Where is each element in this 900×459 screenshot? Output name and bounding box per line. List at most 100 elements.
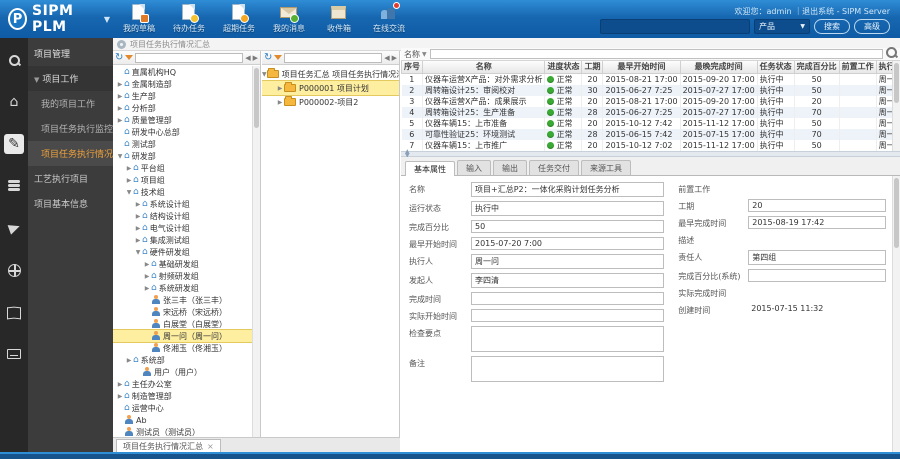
caret-right-icon[interactable]: ▶ [125, 357, 133, 364]
globe-icon[interactable] [4, 260, 24, 280]
tree-nav-prev-icon[interactable]: ◀ [245, 54, 250, 62]
form-field-value[interactable]: 李四清 [471, 273, 664, 288]
logo-chevron-down-icon[interactable]: ▼ [104, 15, 110, 24]
search-button[interactable]: 搜索 [814, 19, 850, 34]
caret-right-icon[interactable]: ▶ [134, 237, 142, 244]
tree-node[interactable]: 张三丰（张三丰） [113, 294, 252, 306]
toolbar-button-doc-warn[interactable]: 待办任务 [168, 4, 210, 34]
form-field-value[interactable] [471, 292, 664, 305]
sidebar-item[interactable]: ▼项目工作 [28, 66, 113, 91]
tree-node[interactable]: ▶⌂生产部 [113, 90, 252, 102]
toolbar-button-doc-clock[interactable]: 超期任务 [218, 4, 260, 34]
form-field-value[interactable]: 2015-08-19 17:42 [748, 216, 886, 229]
column-header[interactable]: 最早开始时间 [603, 61, 680, 73]
tree-node[interactable]: ▶⌂集成测试组 [113, 234, 252, 246]
form-field-value[interactable] [471, 326, 664, 352]
form-field-value[interactable]: 2015-07-20 7:00 [471, 237, 664, 250]
bottom-tab[interactable]: 项目任务执行情况汇总 × [116, 439, 221, 452]
caret-right-icon[interactable]: ▶ [143, 261, 151, 268]
table-row[interactable]: 6可靠性验证25：环境测试正常282015-06-15 7:422015-07-… [402, 129, 893, 140]
filter-icon[interactable] [274, 55, 282, 60]
table-search-input[interactable] [430, 49, 883, 59]
table-row[interactable]: 1仪器车运营X产品：对外需求分析正常202015-08-21 17:002015… [402, 73, 893, 85]
form-field-value[interactable]: 执行中 [471, 201, 664, 216]
caret-right-icon[interactable]: ▶ [276, 99, 284, 106]
caret-right-icon[interactable]: ▶ [134, 213, 142, 220]
table-scrollbar[interactable] [892, 61, 900, 151]
tree-node[interactable]: ▶⌂基础研发组 [113, 258, 252, 270]
tree-node[interactable]: ▶⌂项目组 [113, 174, 252, 186]
tree-node[interactable]: ⌂研发中心总部 [113, 126, 252, 138]
caret-right-icon[interactable]: ▶ [116, 381, 124, 388]
search-icon[interactable] [886, 47, 897, 61]
home-icon[interactable]: ⌂ [4, 92, 24, 112]
column-header[interactable]: 最晚完成时间 [680, 61, 757, 73]
column-header[interactable]: 前置工作 [839, 61, 876, 73]
filter-icon[interactable] [125, 55, 133, 60]
tree-node[interactable]: ⌂直属机构HQ [113, 66, 252, 78]
column-header[interactable]: 序号 [402, 61, 423, 73]
tree-node[interactable]: 佟湘玉（佟湘玉） [113, 342, 252, 354]
caret-right-icon[interactable]: ▶ [125, 177, 133, 184]
toolbar-button-mail[interactable]: 我的消息 [268, 4, 310, 34]
caret-down-icon[interactable]: ▼ [125, 189, 133, 196]
search-category-select[interactable]: 产品 ▼ [754, 19, 810, 34]
filter-field-select[interactable]: 名称 ▼ [404, 49, 427, 60]
sidebar-item[interactable]: 项目任务执行监控 [28, 116, 113, 141]
tree-nav-next-icon[interactable]: ▶ [253, 54, 258, 62]
column-header[interactable]: 名称 [423, 61, 545, 73]
tree-scrollbar[interactable] [252, 66, 260, 437]
detail-tab-active[interactable]: 基本属性 [405, 161, 455, 176]
table-row[interactable]: 2周转箱设计25：审阅校对正常302015-06-27 7:252015-07-… [402, 85, 893, 96]
tree-node[interactable]: ▶⌂质量管理部 [113, 114, 252, 126]
form-field-value[interactable] [471, 309, 664, 322]
form-field-value[interactable]: 20 [748, 199, 886, 212]
toolbar-button-doc-pen[interactable]: 我的草稿 [118, 4, 160, 34]
table-row[interactable]: 3仪器车运营X产品：成果展示正常202015-08-21 17:002015-0… [402, 96, 893, 107]
tree-node[interactable]: ▶⌂主任办公室 [113, 378, 252, 390]
tree-filter-input[interactable] [135, 53, 243, 63]
caret-down-icon[interactable]: ▼ [134, 249, 142, 256]
global-search-input[interactable] [600, 19, 750, 34]
column-header[interactable]: 执行人 [876, 61, 892, 73]
form-field-value[interactable] [748, 269, 886, 282]
caret-right-icon[interactable]: ▶ [134, 201, 142, 208]
tree-node[interactable]: 宋远桥（宋远桥） [113, 306, 252, 318]
tree-node[interactable]: 周一问（周一问） [113, 330, 252, 342]
column-header[interactable]: 完成百分比 [794, 61, 839, 73]
caret-right-icon[interactable]: ▶ [116, 105, 124, 112]
tree-node[interactable]: ▶⌂射频研发组 [113, 270, 252, 282]
tree-node[interactable]: 用户（用户） [113, 366, 252, 378]
form-field-value[interactable]: 第四组 [748, 250, 886, 265]
form-field-value[interactable]: 50 [471, 220, 664, 233]
caret-right-icon[interactable]: ▶ [134, 225, 142, 232]
detail-tab[interactable]: 输出 [493, 160, 527, 175]
folder-root-node[interactable]: ▼ 项目任务汇总 项目任务执行情况汇总 文件夹 [262, 67, 399, 81]
tree-node[interactable]: 白展堂（白展堂） [113, 318, 252, 330]
tree-node[interactable]: ⌂测试部 [113, 138, 252, 150]
detail-tab[interactable]: 输入 [457, 160, 491, 175]
form-field-value[interactable]: 项目+汇总P2：一体化采购计划任务分析 [471, 182, 664, 197]
display-icon[interactable] [4, 344, 24, 364]
caret-right-icon[interactable]: ▶ [143, 273, 151, 280]
tree-node[interactable]: ▶⌂系统设计组 [113, 198, 252, 210]
folder-node[interactable]: ▶P000001 项目计划 [262, 81, 399, 95]
tree-node[interactable]: ▶⌂系统研发组 [113, 282, 252, 294]
caret-right-icon[interactable]: ▶ [116, 393, 124, 400]
sidebar-item[interactable]: 我的项目工作 [28, 91, 113, 116]
tree-node[interactable]: ▶⌂系统部 [113, 354, 252, 366]
sidebar-item[interactable]: 项目管理 [28, 38, 113, 66]
column-header[interactable]: 进度状态 [545, 61, 582, 73]
caret-right-icon[interactable]: ▶ [143, 285, 151, 292]
form-field-value[interactable] [471, 356, 664, 382]
detail-tab[interactable]: 任务交付 [529, 160, 579, 175]
caret-right-icon[interactable]: ▶ [276, 85, 284, 92]
tree-node[interactable]: ▼⌂研发部 [113, 150, 252, 162]
tree-node[interactable]: ▼⌂硬件研发组 [113, 246, 252, 258]
app-logo[interactable]: P SIPM PLM ▼ [0, 3, 118, 35]
table-row[interactable]: 7仪器车辆15：上市推广正常202015-10-12 7:022015-11-1… [402, 140, 893, 151]
table-row[interactable]: 4周转箱设计25：生产准备正常282015-06-27 7:252015-07-… [402, 107, 893, 118]
caret-down-icon[interactable]: ▼ [262, 71, 267, 78]
folder-nav-next-icon[interactable]: ▶ [392, 54, 397, 62]
tree-node[interactable]: ▶⌂制造管理部 [113, 390, 252, 402]
